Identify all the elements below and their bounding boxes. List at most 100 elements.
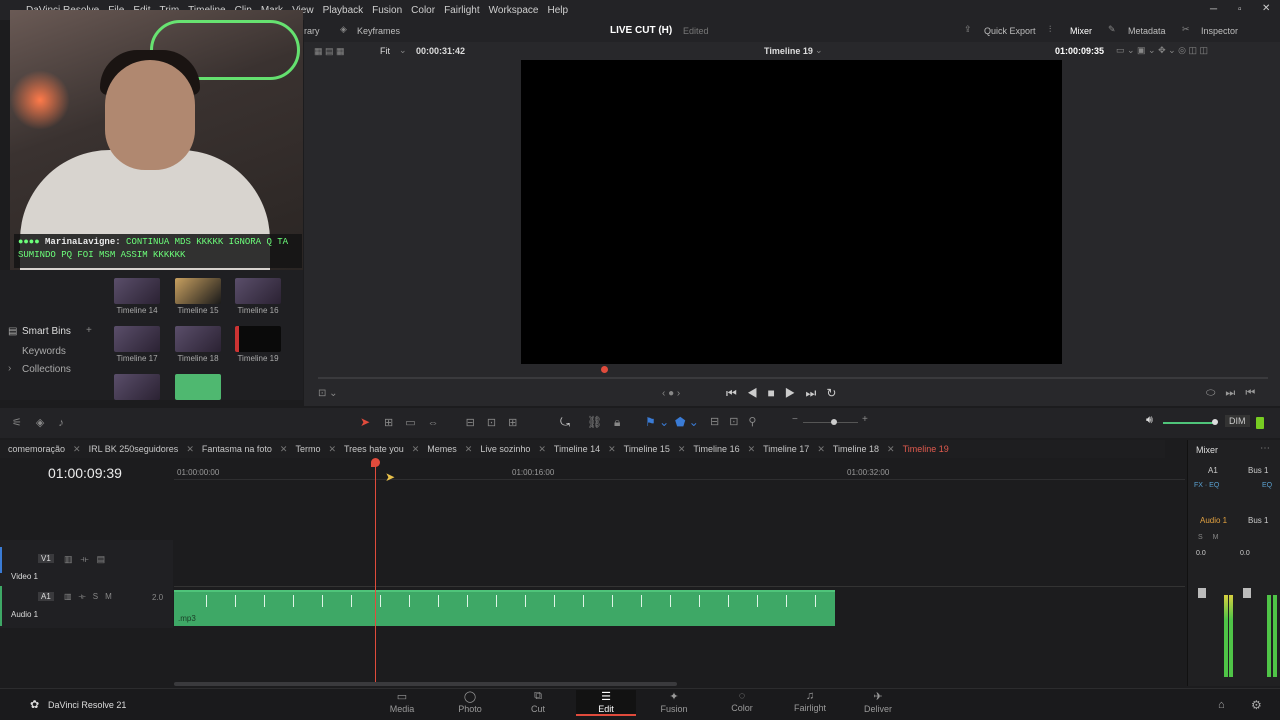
page-cut[interactable]: ⧉ Cut xyxy=(508,690,568,714)
home-icon[interactable]: ⌂ xyxy=(1218,699,1225,711)
page-fairlight[interactable]: ♫ Fairlight xyxy=(780,690,840,713)
loop-icon[interactable]: ↻ xyxy=(826,386,846,400)
tab-timeline[interactable]: Memes xyxy=(419,444,465,454)
minimize-icon[interactable]: ─ xyxy=(1210,4,1217,15)
viewer-screen[interactable] xyxy=(521,60,1062,364)
tab-timeline[interactable]: Termo xyxy=(287,444,328,454)
maximize-icon[interactable]: ▫ xyxy=(1238,4,1242,15)
skip-start-icon[interactable]: ⏮ xyxy=(726,386,747,400)
v1-badge[interactable]: V1 xyxy=(38,554,54,563)
audio-clip[interactable]: .mp3 xyxy=(174,590,835,626)
next-edit-icon[interactable]: ⏭ xyxy=(1225,387,1245,399)
page-color[interactable]: ◌ Color xyxy=(712,690,772,713)
chevron-down-icon[interactable]: ⌄ xyxy=(815,45,823,56)
viewer-options-icon[interactable]: ▭ ⌄ ▣ ⌄ ✥ ⌄ ◎ ◫ ◫ xyxy=(1116,45,1208,56)
step-back-icon[interactable]: ◀ xyxy=(747,386,768,400)
tab-timeline[interactable]: comemoração xyxy=(0,444,73,454)
mixer-solo-mute[interactable]: SM xyxy=(1198,534,1229,541)
layout-tools-icon[interactable]: ⚟◈♪ xyxy=(12,416,78,429)
mixer-button[interactable]: Mixer xyxy=(1070,26,1092,36)
zoom-mode-icon[interactable]: ⊟⊡⚲ xyxy=(710,415,767,428)
a1-badge[interactable]: A1 xyxy=(38,592,54,601)
timeline-thumb[interactable] xyxy=(175,278,221,304)
zoom-fit-select[interactable]: Fit xyxy=(380,46,390,56)
menu-fairlight[interactable]: Fairlight xyxy=(444,5,480,16)
video-track-controls-icon[interactable]: ▥⟛▤ xyxy=(64,554,113,565)
timeline-ruler[interactable]: 01:00:00:00 01:00:16:00 01:00:32:00 xyxy=(174,460,1185,480)
chevron-down-icon[interactable]: ⌄ xyxy=(399,45,407,56)
tab-timeline[interactable]: Timeline 17 xyxy=(755,444,817,454)
close-icon[interactable]: ✕ xyxy=(1262,3,1270,14)
smart-bins-label[interactable]: Smart Bins xyxy=(22,326,71,337)
page-edit[interactable]: ☰ Edit xyxy=(576,690,636,716)
layout-icon[interactable]: ▦ ▤ ▦ xyxy=(314,46,345,57)
page-fusion[interactable]: ✦ Fusion xyxy=(644,690,704,714)
tab-timeline[interactable]: Timeline 16 xyxy=(685,444,747,454)
keywords-item[interactable]: Keywords xyxy=(22,346,66,357)
tab-timeline[interactable]: Timeline 15 xyxy=(616,444,678,454)
fullscreen-icon[interactable]: ⬭ xyxy=(1206,387,1225,399)
volume-slider[interactable] xyxy=(1163,422,1215,424)
menu-playback[interactable]: Playback xyxy=(323,5,364,16)
timeline-area[interactable] xyxy=(0,458,1185,686)
marker-icon[interactable]: ⬟ ⌄ xyxy=(675,415,699,429)
fader-bus[interactable] xyxy=(1243,588,1251,598)
scrubber-bar[interactable] xyxy=(318,377,1268,379)
audio-clip-thumb[interactable] xyxy=(175,374,221,400)
menu-color[interactable]: Color xyxy=(411,5,435,16)
playhead-handle[interactable] xyxy=(371,458,380,467)
tab-timeline-active[interactable]: Timeline 19 xyxy=(895,444,957,454)
menu-help[interactable]: Help xyxy=(547,5,568,16)
volume-icon[interactable]: 🔊︎ xyxy=(1146,414,1153,427)
zoom-out-icon[interactable]: − xyxy=(792,414,798,425)
metadata-button[interactable]: Metadata xyxy=(1128,26,1166,36)
tab-timeline[interactable]: Live sozinho xyxy=(472,444,538,454)
jog-icon[interactable]: ‹ ● › xyxy=(662,388,680,399)
tab-timeline[interactable]: Fantasma na foto xyxy=(194,444,280,454)
timeline-thumb[interactable] xyxy=(114,326,160,352)
scrubber-playhead[interactable] xyxy=(601,366,608,373)
tab-timeline[interactable]: IRL BK 250seguidores xyxy=(81,444,187,454)
select-tool-icon[interactable]: ➤ xyxy=(360,415,370,429)
zoom-in-icon[interactable]: + xyxy=(862,414,868,425)
zoom-slider-thumb[interactable] xyxy=(831,419,837,425)
skip-end-icon[interactable]: ⏭ xyxy=(806,386,827,400)
viewer-layout-icon[interactable]: ⊡ ⌄ xyxy=(318,388,338,399)
menu-fusion[interactable]: Fusion xyxy=(372,5,402,16)
lock-icon[interactable]: 🔒︎ xyxy=(614,415,620,430)
chevron-right-icon[interactable]: › xyxy=(8,363,11,374)
quick-export-button[interactable]: Quick Export xyxy=(984,26,1036,36)
collections-item[interactable]: Collections xyxy=(22,364,71,375)
timeline-select[interactable]: Timeline 19 xyxy=(764,46,813,56)
page-photo[interactable]: ◯ Photo xyxy=(440,690,500,714)
media-pool-label[interactable]: rary xyxy=(304,26,320,36)
tab-timeline[interactable]: Trees hate you xyxy=(336,444,412,454)
timeline-thumb[interactable] xyxy=(235,278,281,304)
keyframes-tab[interactable]: Keyframes xyxy=(357,26,400,36)
timeline-thumb[interactable] xyxy=(235,326,281,352)
page-media[interactable]: ▭ Media xyxy=(372,690,432,714)
snap-icon[interactable]: ⤿ xyxy=(560,415,570,430)
volume-thumb[interactable] xyxy=(1212,419,1218,425)
menu-workspace[interactable]: Workspace xyxy=(489,5,539,16)
timeline-thumb[interactable] xyxy=(114,278,160,304)
add-bin-icon[interactable]: + xyxy=(86,325,92,336)
mixer-fx-eq[interactable]: FX · EQ xyxy=(1194,482,1219,489)
edit-tools-icon[interactable]: ⊞▭⇔ ⊟⊡⊞ xyxy=(384,416,529,429)
timeline-thumb[interactable] xyxy=(175,326,221,352)
link-icon[interactable]: ⛓ xyxy=(587,415,602,429)
inspector-button[interactable]: Inspector xyxy=(1201,26,1238,36)
play-icon[interactable]: ▶ xyxy=(785,386,806,400)
tab-timeline[interactable]: Timeline 14 xyxy=(546,444,608,454)
mixer-options-icon[interactable]: ⋯ xyxy=(1260,443,1270,454)
clip-thumb[interactable] xyxy=(114,374,160,400)
dim-button[interactable]: DIM xyxy=(1225,415,1250,427)
flag-icon[interactable]: ⚑ ⌄ xyxy=(645,415,669,429)
mixer-bus-eq[interactable]: EQ xyxy=(1262,482,1272,489)
settings-gear-icon[interactable]: ⚙ xyxy=(1251,698,1262,712)
fader-a1[interactable] xyxy=(1198,588,1206,598)
playhead-line[interactable] xyxy=(375,460,376,682)
audio-track-controls-icon[interactable]: ▥⟛SM xyxy=(64,592,119,602)
stop-icon[interactable]: ■ xyxy=(768,386,785,400)
tab-timeline[interactable]: Timeline 18 xyxy=(825,444,887,454)
